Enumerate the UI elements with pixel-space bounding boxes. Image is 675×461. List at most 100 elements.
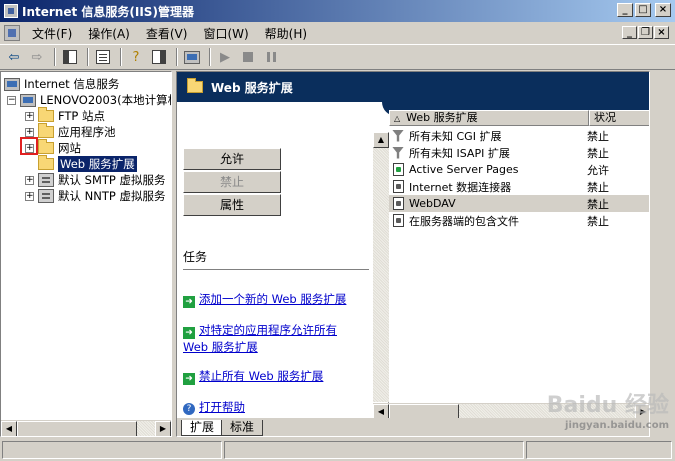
expand-icon[interactable]: + bbox=[25, 175, 34, 185]
open-help-label: 打开帮助 bbox=[199, 400, 245, 414]
export-list-icon[interactable] bbox=[93, 47, 113, 67]
child-restore-button[interactable]: ❐ bbox=[638, 26, 653, 39]
extensions-list: △ Web 服务扩展 状况 所有未知 CGI 扩展 禁止 所有未知 ISAPI 扩… bbox=[389, 110, 649, 418]
row-status: 禁止 bbox=[587, 180, 609, 194]
show-tree-icon[interactable] bbox=[60, 47, 80, 67]
allowed-page-icon bbox=[391, 163, 405, 177]
toolbar-separator bbox=[209, 48, 211, 66]
child-minimize-button[interactable]: _ bbox=[622, 26, 637, 39]
list-vertical-scrollbar[interactable]: ▲ ▼ bbox=[373, 132, 389, 418]
tree-item-label: Web 服务扩展 bbox=[58, 156, 137, 172]
task-prohibit-all[interactable]: ➜ 禁止所有 Web 服务扩展 bbox=[183, 368, 363, 385]
tab-standard[interactable]: 标准 bbox=[221, 420, 264, 436]
row-name: 所有未知 CGI 扩展 bbox=[409, 129, 502, 143]
expand-icon[interactable]: + bbox=[25, 111, 34, 121]
column-header-status[interactable]: 状况 bbox=[589, 110, 649, 126]
tree-computer-label: LENOVO2003(本地计算机 bbox=[40, 93, 172, 107]
watermark-url: jingyan.baidu.com bbox=[565, 420, 669, 431]
list-row-selected[interactable]: WebDAV 禁止 bbox=[389, 195, 649, 212]
forward-arrow-icon[interactable]: ⇨ bbox=[27, 47, 47, 67]
toolbar-separator bbox=[87, 48, 89, 66]
iis-app-icon bbox=[4, 4, 18, 18]
folder-icon bbox=[38, 107, 54, 122]
list-header: △ Web 服务扩展 状况 bbox=[389, 110, 649, 126]
title-bar: Internet 信息服务(IIS)管理器 _ □ × bbox=[0, 0, 675, 22]
row-name: 所有未知 ISAPI 扩展 bbox=[409, 146, 510, 160]
column-header-extension[interactable]: △ Web 服务扩展 bbox=[389, 110, 589, 126]
scroll-up-icon[interactable]: ▲ bbox=[373, 132, 389, 148]
tree-item-label: FTP 站点 bbox=[58, 109, 106, 123]
status-cell bbox=[224, 441, 524, 459]
tree-horizontal-scrollbar[interactable]: ◀ ▶ bbox=[1, 420, 171, 436]
expand-icon[interactable]: + bbox=[25, 127, 34, 137]
properties-button[interactable]: 属性 bbox=[183, 194, 281, 216]
menu-view[interactable]: 查看(V) bbox=[138, 25, 196, 42]
baidu-watermark: Baidu 经验 jingyan.baidu.com bbox=[519, 392, 669, 457]
task-add-extension[interactable]: ➜ 添加一个新的 Web 服务扩展 bbox=[183, 291, 363, 308]
row-status: 禁止 bbox=[587, 197, 609, 211]
status-cell bbox=[2, 441, 222, 459]
tab-extended[interactable]: 扩展 bbox=[181, 420, 224, 436]
back-arrow-icon[interactable]: ⇦ bbox=[4, 47, 24, 67]
row-status: 禁止 bbox=[587, 214, 609, 228]
page-icon bbox=[391, 180, 405, 194]
sort-up-icon: △ bbox=[394, 114, 401, 123]
child-close-button[interactable]: × bbox=[654, 26, 669, 39]
allow-button[interactable]: 允许 bbox=[183, 148, 281, 170]
task-prohibit-all-label: 禁止所有 Web 服务扩展 bbox=[199, 369, 324, 383]
scroll-track[interactable] bbox=[137, 420, 155, 436]
open-help-link[interactable]: ? 打开帮助 bbox=[183, 399, 363, 415]
tree-root-label: Internet 信息服务 bbox=[24, 77, 120, 91]
tree-item-ftp-sites[interactable]: + FTP 站点 bbox=[25, 107, 106, 124]
tree-item-web-service-extensions[interactable]: Web 服务扩展 bbox=[38, 155, 137, 172]
watermark-text: Baidu 经验 bbox=[546, 393, 669, 418]
filter-icon bbox=[391, 129, 405, 143]
tree-item-app-pools[interactable]: + 应用程序池 bbox=[25, 123, 116, 140]
task-add-extension-label: 添加一个新的 Web 服务扩展 bbox=[199, 292, 347, 306]
scroll-right-icon[interactable]: ▶ bbox=[155, 420, 171, 436]
collapse-icon[interactable]: − bbox=[7, 95, 16, 105]
help-icon[interactable]: ? bbox=[126, 47, 146, 67]
pause-icon[interactable] bbox=[261, 47, 281, 67]
task-arrow-icon: ➜ bbox=[183, 373, 195, 385]
filter-icon bbox=[391, 146, 405, 160]
console-menu-icon[interactable] bbox=[4, 25, 20, 41]
minimize-button[interactable]: _ bbox=[617, 3, 633, 17]
computer-icon bbox=[20, 93, 36, 107]
scroll-track[interactable] bbox=[373, 148, 389, 402]
highlight-box bbox=[20, 137, 38, 155]
menu-bar: 文件(F) 操作(A) 查看(V) 窗口(W) 帮助(H) _ ❐ × bbox=[0, 22, 675, 44]
menu-action[interactable]: 操作(A) bbox=[80, 25, 138, 42]
row-status: 禁止 bbox=[587, 129, 609, 143]
toolbar-separator bbox=[120, 48, 122, 66]
menu-help[interactable]: 帮助(H) bbox=[257, 25, 315, 42]
task-arrow-icon: ➜ bbox=[183, 327, 195, 339]
scroll-left-icon[interactable]: ◀ bbox=[1, 420, 17, 436]
play-icon[interactable]: ▶ bbox=[215, 47, 235, 67]
row-status: 允许 bbox=[587, 163, 609, 177]
scroll-thumb[interactable] bbox=[17, 420, 137, 436]
details-pane: Web 服务扩展 允许 禁止 属性 任务 ➜ 添加一个新的 Web 服务扩展 ➜ 对… bbox=[176, 71, 650, 437]
list-row[interactable]: 所有未知 CGI 扩展 禁止 bbox=[389, 127, 649, 144]
menu-file[interactable]: 文件(F) bbox=[24, 25, 80, 42]
task-allow-all-for-app[interactable]: ➜ 对特定的应用程序允许所有 Web 服务扩展 bbox=[183, 322, 363, 355]
close-button[interactable]: × bbox=[655, 3, 671, 17]
maximize-button[interactable]: □ bbox=[635, 3, 651, 17]
stop-icon[interactable] bbox=[238, 47, 258, 67]
tree-item-smtp[interactable]: + 默认 SMTP 虚拟服务 bbox=[25, 172, 166, 188]
prohibit-button[interactable]: 禁止 bbox=[183, 171, 281, 193]
tree-item-nntp[interactable]: + 默认 NNTP 虚拟服务 bbox=[25, 188, 165, 204]
list-row[interactable]: Active Server Pages 允许 bbox=[389, 161, 649, 178]
list-row[interactable]: 所有未知 ISAPI 扩展 禁止 bbox=[389, 144, 649, 161]
expand-icon[interactable]: + bbox=[25, 191, 34, 201]
toolbar-separator bbox=[54, 48, 56, 66]
tree-item-computer[interactable]: − LENOVO2003(本地计算机 bbox=[7, 92, 172, 108]
help-icon: ? bbox=[183, 403, 195, 415]
computer-icon[interactable] bbox=[182, 47, 202, 67]
tree-root[interactable]: Internet 信息服务 bbox=[4, 76, 119, 92]
menu-window[interactable]: 窗口(W) bbox=[195, 25, 256, 42]
task-arrow-icon: ➜ bbox=[183, 296, 195, 308]
list-row[interactable]: Internet 数据连接器 禁止 bbox=[389, 178, 649, 195]
show-action-pane-icon[interactable] bbox=[149, 47, 169, 67]
list-row[interactable]: 在服务器端的包含文件 禁止 bbox=[389, 212, 649, 229]
